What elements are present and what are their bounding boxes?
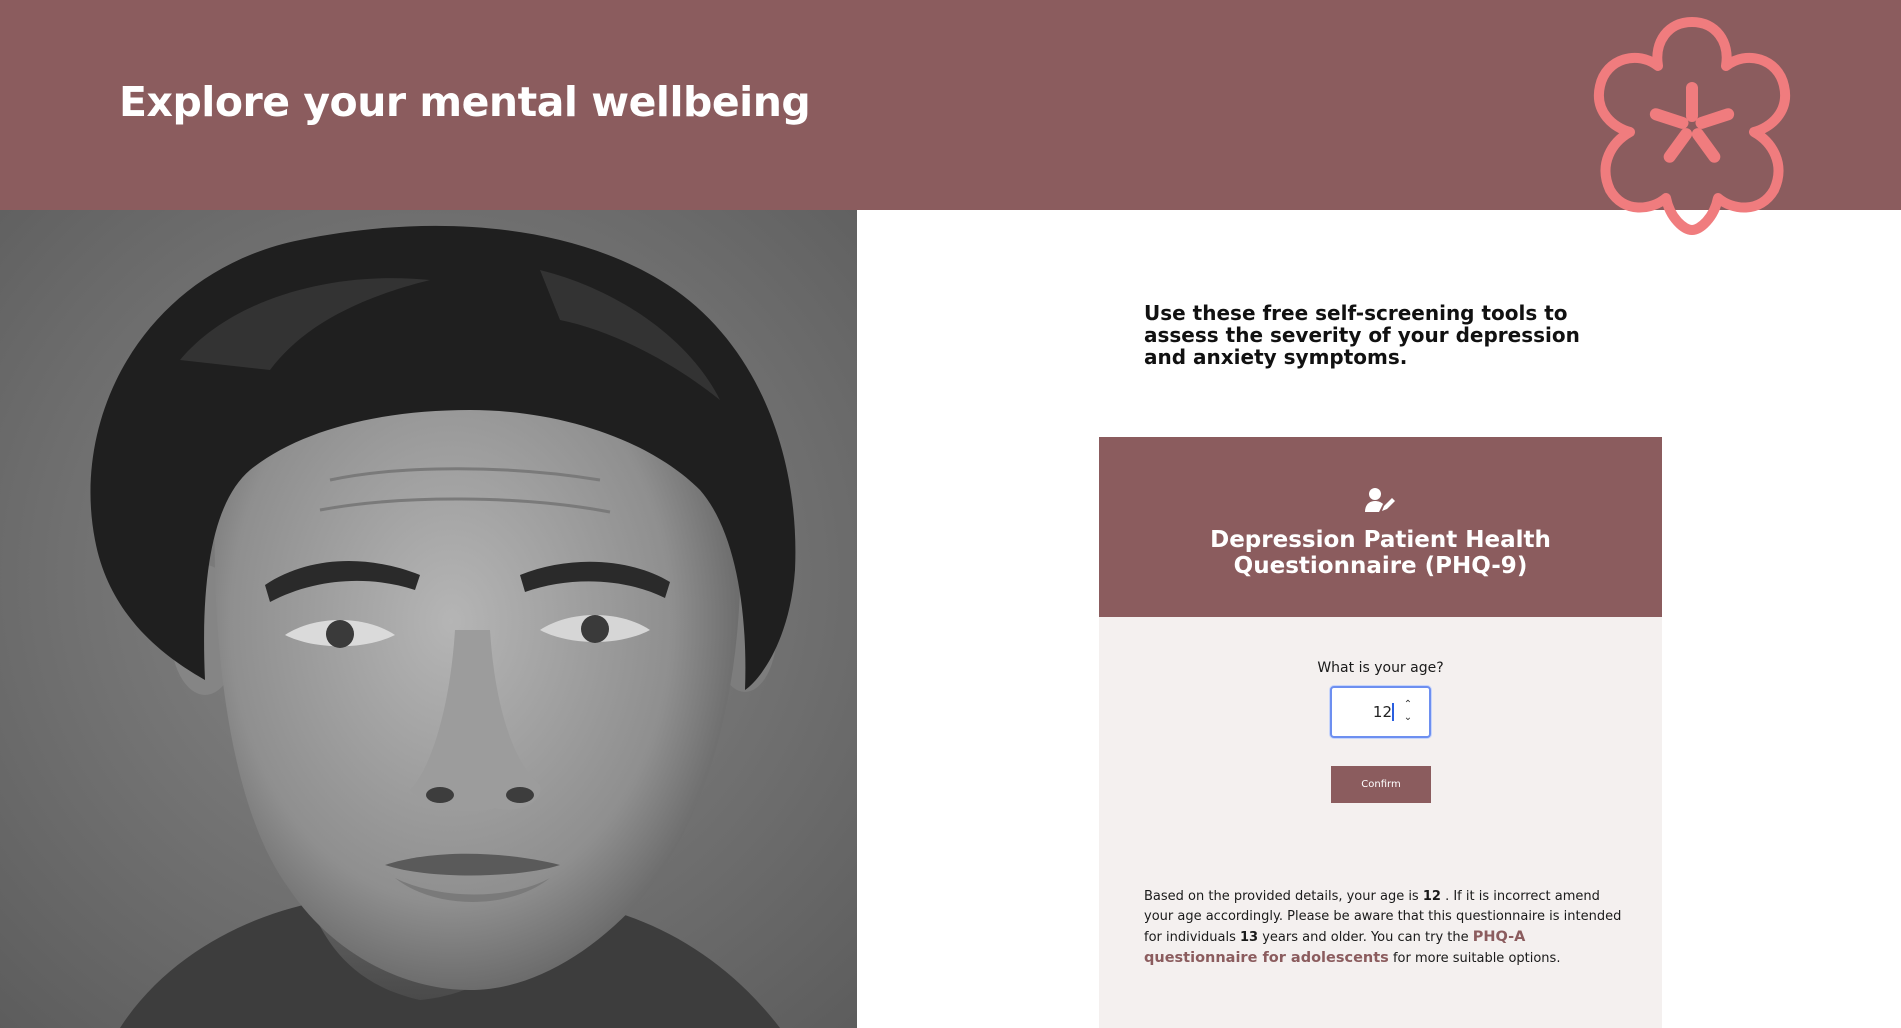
phq9-card-header: Depression Patient Health Questionnaire … [1099,437,1662,617]
chevron-up-icon[interactable]: ⌃ [1400,698,1416,711]
portrait-photo [0,210,857,1028]
age-question-label: What is your age? [1317,660,1444,676]
confirm-button[interactable]: Confirm [1331,766,1431,803]
age-stepper[interactable]: ⌃ ⌄ [1400,698,1416,726]
age-notice: Based on the provided details, your age … [1144,887,1624,969]
text-caret [1392,703,1394,721]
notice-age: 12 [1422,889,1441,904]
notice-text-1: Based on the provided details, your age … [1144,889,1423,904]
user-edit-icon [1365,488,1395,512]
age-input[interactable] [1340,698,1392,726]
intro-text: Use these free self-screening tools to a… [1144,301,1580,369]
notice-min-age: 13 [1240,930,1259,945]
phq9-card-body: What is your age? ⌃ ⌄ Confirm Based on t… [1099,617,1662,1028]
questionnaire-title: Depression Patient Health Questionnaire … [1210,527,1551,579]
notice-text-4: for more suitable options. [1388,951,1561,966]
age-input-field[interactable]: ⌃ ⌄ [1330,686,1431,738]
flower-asterisk-icon [1593,17,1791,235]
page-title: Explore your mental wellbeing [119,78,811,126]
chevron-down-icon[interactable]: ⌄ [1400,711,1416,724]
notice-text-3: years and older. You can try the [1258,930,1473,945]
